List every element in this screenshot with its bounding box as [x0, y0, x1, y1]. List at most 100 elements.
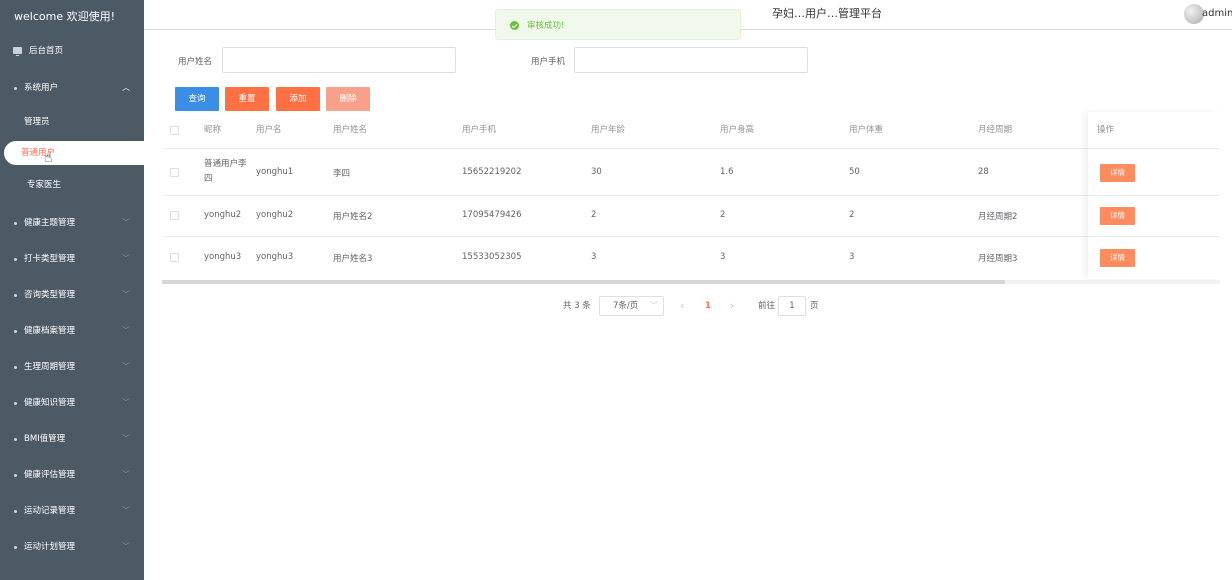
- sidebar-item-cycle[interactable]: 生理周期管理 ﹀: [0, 354, 144, 380]
- check-circle-icon: [510, 21, 519, 30]
- add-button[interactable]: 添加: [276, 87, 320, 111]
- sidebar-item-label: 生理周期管理: [24, 362, 76, 372]
- bullet-icon: [14, 87, 17, 90]
- query-button[interactable]: 查询: [175, 87, 219, 111]
- row-divider: [162, 236, 1220, 237]
- chevron-down-icon: ﹀: [650, 301, 658, 310]
- row-divider: [162, 148, 1220, 149]
- table-cell: 2: [720, 210, 726, 220]
- column-header[interactable]: 用户姓名: [333, 112, 367, 148]
- detail-button[interactable]: 详情: [1100, 207, 1135, 225]
- detail-button[interactable]: 详情: [1100, 164, 1135, 182]
- table-cell: yonghu2: [204, 210, 242, 220]
- select-all-checkbox[interactable]: [170, 126, 179, 135]
- table-cell: 普通用户李四: [204, 159, 247, 184]
- bullet-icon: [14, 438, 17, 441]
- column-header[interactable]: 用户名: [256, 112, 282, 148]
- column-header[interactable]: 用户体重: [849, 112, 883, 148]
- current-page[interactable]: 1: [705, 296, 711, 316]
- table-cell: 2: [591, 210, 597, 220]
- sidebar-item-label: BMI值管理: [24, 434, 66, 444]
- row-checkbox[interactable]: [170, 253, 179, 262]
- row-checkbox[interactable]: [170, 168, 179, 177]
- row-checkbox[interactable]: [170, 211, 179, 220]
- column-header[interactable]: 用户年龄: [591, 112, 625, 148]
- sidebar-item-system-users[interactable]: 系统用户 ︿: [0, 75, 144, 101]
- sidebar-subitem-normal-user[interactable]: 普通用户: [4, 141, 144, 165]
- reset-button[interactable]: 重置: [225, 87, 269, 111]
- sidebar-item-health-knowledge[interactable]: 健康知识管理 ﹀: [0, 390, 144, 416]
- bullet-icon: [14, 294, 17, 297]
- toast-message: 审核成功!: [527, 21, 565, 31]
- column-header[interactable]: 月经周期: [978, 112, 1012, 148]
- detail-button[interactable]: 详情: [1100, 249, 1135, 267]
- sidebar-item-exercise-plan[interactable]: 运动计划管理 ﹀: [0, 534, 144, 560]
- table-cell: yonghu3: [256, 252, 294, 262]
- page-size-value: 7条/页: [613, 301, 639, 311]
- avatar: [1184, 4, 1204, 24]
- sidebar-item-checkin-type[interactable]: 打卡类型管理 ﹀: [0, 246, 144, 272]
- sidebar-item-health-assess[interactable]: 健康评估管理 ﹀: [0, 462, 144, 488]
- sidebar-item-label: 咨询类型管理: [24, 290, 76, 300]
- table-cell: 15652219202: [462, 167, 522, 177]
- table-cell: 月经周期2: [978, 212, 1018, 222]
- chevron-down-icon: ﹀: [122, 218, 130, 227]
- prev-page-icon[interactable]: ‹: [680, 296, 684, 316]
- sidebar-item-home[interactable]: 后台首页: [0, 38, 144, 64]
- delete-button[interactable]: 删除: [326, 87, 370, 111]
- table-cell: 3: [591, 252, 597, 262]
- chevron-down-icon: ﹀: [122, 290, 130, 299]
- column-header[interactable]: 用户手机: [462, 112, 496, 148]
- bullet-icon: [14, 330, 17, 333]
- sidebar-subitem-admin[interactable]: 管理员: [0, 110, 144, 134]
- sidebar-item-label: 后台首页: [29, 46, 64, 56]
- sidebar-item-label: 健康档案管理: [24, 326, 76, 336]
- next-page-icon[interactable]: ›: [730, 296, 734, 316]
- table-cell: 月经周期3: [978, 254, 1018, 264]
- table-cell: 2: [849, 210, 855, 220]
- table-cell: 17095479426: [462, 210, 522, 220]
- bullet-icon: [14, 402, 17, 405]
- table-cell: 3: [849, 252, 855, 262]
- chevron-down-icon: ﹀: [122, 542, 130, 551]
- success-toast: 审核成功!: [495, 9, 741, 40]
- page-size-select[interactable]: 7条/页 ﹀: [599, 296, 664, 316]
- chevron-down-icon: ﹀: [122, 506, 130, 515]
- table-cell: yonghu1: [256, 167, 294, 177]
- horizontal-scrollbar[interactable]: [162, 280, 1220, 284]
- table-cell: 1.6: [720, 167, 734, 177]
- table-cell: yonghu2: [256, 210, 294, 220]
- monitor-icon: [13, 47, 22, 56]
- column-header[interactable]: 用户身高: [720, 112, 754, 148]
- page-suffix: 页: [810, 301, 819, 311]
- phone-input[interactable]: [574, 47, 808, 73]
- sidebar-item-health-topic[interactable]: 健康主题管理 ﹀: [0, 210, 144, 236]
- sidebar-item-label: 健康评估管理: [24, 470, 76, 480]
- username-label: 用户姓名: [178, 57, 213, 67]
- total-count: 共 3 条: [563, 301, 591, 311]
- username-input[interactable]: [222, 47, 456, 73]
- table-cell: 用户姓名2: [333, 212, 373, 222]
- sidebar-item-label: 运动计划管理: [24, 542, 76, 552]
- sidebar-subitem-expert-doctor[interactable]: 专家医生: [0, 173, 144, 197]
- column-header[interactable]: 昵称: [204, 112, 221, 148]
- sidebar-item-label: 健康主题管理: [24, 218, 76, 228]
- sidebar-item-exercise-record[interactable]: 运动记录管理 ﹀: [0, 498, 144, 524]
- table-cell: 15533052305: [462, 252, 522, 262]
- table-cell: 30: [591, 167, 602, 177]
- chevron-down-icon: ﹀: [122, 362, 130, 371]
- table-cell: 28: [978, 167, 989, 177]
- sidebar-item-health-record[interactable]: 健康档案管理 ﹀: [0, 318, 144, 344]
- table-cell: 3: [720, 252, 726, 262]
- username-text: admin: [1202, 8, 1232, 19]
- chevron-down-icon: ﹀: [122, 470, 130, 479]
- bullet-icon: [14, 546, 17, 549]
- table-cell: 用户姓名3: [333, 254, 373, 264]
- sidebar-item-label: 系统用户: [24, 83, 59, 93]
- username[interactable]: admin ▾: [1202, 8, 1232, 19]
- sidebar-item-consult-type[interactable]: 咨询类型管理 ﹀: [0, 282, 144, 308]
- scrollbar-thumb[interactable]: [162, 280, 1005, 284]
- goto-page-input[interactable]: 1: [778, 296, 806, 316]
- bullet-icon: [14, 510, 17, 513]
- sidebar-item-bmi[interactable]: BMI值管理 ﹀: [0, 426, 144, 452]
